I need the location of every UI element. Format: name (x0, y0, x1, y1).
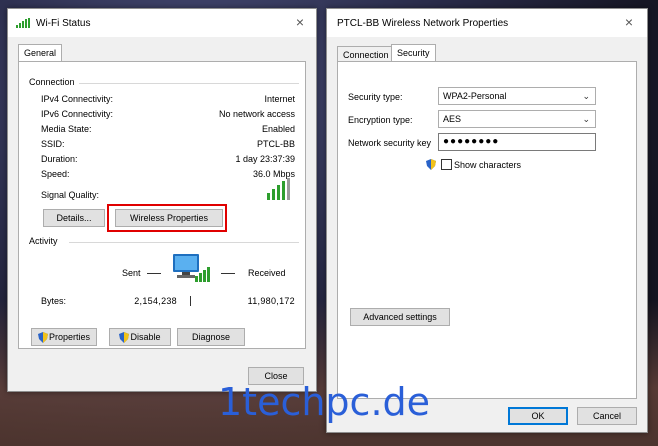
conn-value-ipv4: Internet (264, 94, 295, 104)
wifi-status-titlebar: Wi-Fi Status × (8, 9, 316, 37)
security-type-label: Security type: (348, 92, 403, 102)
window-title: PTCL-BB Wireless Network Properties (337, 17, 509, 29)
network-key-field[interactable]: ●●●●●●●● (438, 133, 596, 151)
activity-heading: Activity (29, 236, 62, 246)
conn-label-duration: Duration: (41, 154, 78, 164)
connection-divider (79, 83, 299, 84)
activity-divider (69, 242, 299, 243)
tab-security[interactable]: Security (391, 44, 436, 62)
show-characters-checkbox[interactable] (441, 159, 452, 170)
signal-bars-icon (16, 18, 30, 28)
tab-general[interactable]: General (18, 44, 63, 62)
security-type-value: WPA2-Personal (443, 91, 507, 101)
conn-label-ssid: SSID: (41, 139, 65, 149)
conn-value-media: Enabled (261, 124, 295, 134)
wireless-properties-window: PTCL-BB Wireless Network Properties × Co… (326, 8, 648, 433)
received-line (221, 273, 235, 274)
bytes-sent: 2,154,238 (134, 296, 177, 306)
signal-quality-label: Signal Quality: (41, 190, 100, 200)
chevron-down-icon: ⌄ (582, 114, 590, 124)
security-tab-content: Security type: WPA2-Personal ⌄ Encryptio… (337, 61, 637, 399)
conn-label-media: Media State: (41, 124, 92, 134)
uac-shield-icon (426, 159, 436, 170)
advanced-settings-button[interactable]: Advanced settings (350, 308, 450, 326)
encryption-type-label: Encryption type: (348, 115, 413, 125)
diagnose-button[interactable]: Diagnose (177, 328, 245, 346)
cancel-button[interactable]: Cancel (577, 407, 637, 425)
disable-button-label: Disable (130, 332, 161, 342)
wifi-status-body: General Connection IPv4 Connectivity: In… (8, 37, 316, 391)
uac-shield-icon (119, 332, 130, 344)
network-key-label: Network security key (348, 138, 432, 148)
wireless-properties-highlight (107, 204, 227, 232)
tab-connection[interactable]: Connection (337, 46, 395, 62)
sent-label: Sent (122, 268, 141, 278)
ok-button[interactable]: OK (508, 407, 568, 425)
encryption-type-value: AES (443, 114, 462, 124)
conn-label-ipv4: IPv4 Connectivity: (41, 94, 114, 104)
details-button[interactable]: Details... (43, 209, 105, 227)
encryption-type-select[interactable]: AES ⌄ (438, 110, 596, 128)
security-type-select[interactable]: WPA2-Personal ⌄ (438, 87, 596, 105)
close-icon[interactable]: × (621, 15, 637, 31)
conn-label-ipv6: IPv6 Connectivity: (41, 109, 114, 119)
show-characters-label: Show characters (454, 160, 522, 170)
connection-heading: Connection (29, 77, 79, 87)
signal-bars-icon (267, 178, 293, 200)
general-tab-content: Connection IPv4 Connectivity: Internet I… (18, 61, 306, 349)
sent-line (147, 273, 161, 274)
properties-button-label: Properties (48, 332, 91, 342)
disable-button[interactable]: Disable (109, 328, 171, 346)
received-label: Received (248, 268, 286, 278)
chevron-down-icon: ⌄ (582, 91, 590, 101)
bytes-divider (190, 296, 191, 306)
conn-label-speed: Speed: (41, 169, 70, 179)
wifi-status-window: Wi-Fi Status × General Connection IPv4 C… (7, 8, 317, 392)
conn-value-ipv6: No network access (218, 109, 295, 119)
site-watermark: 1techpc.de (218, 380, 431, 424)
uac-shield-icon (37, 332, 48, 344)
close-icon[interactable]: × (292, 15, 308, 31)
bytes-label: Bytes: (41, 296, 67, 306)
bytes-received: 11,980,172 (247, 296, 295, 306)
properties-button[interactable]: Properties (31, 328, 97, 346)
window-title: Wi-Fi Status (36, 17, 91, 29)
wireless-properties-body: Connection Security Security type: WPA2-… (327, 37, 647, 432)
wireless-properties-titlebar: PTCL-BB Wireless Network Properties × (327, 9, 647, 37)
network-computer-icon (167, 252, 213, 288)
conn-value-duration: 1 day 23:37:39 (235, 154, 295, 164)
conn-value-ssid: PTCL-BB (256, 139, 295, 149)
